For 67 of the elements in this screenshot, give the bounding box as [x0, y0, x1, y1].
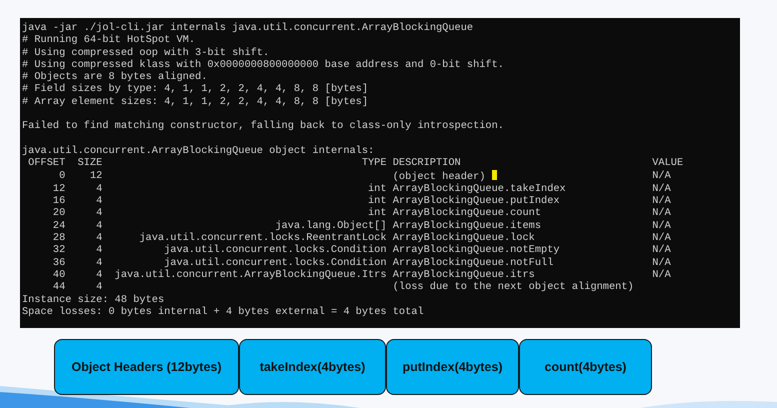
terminal-line: # Field sizes by type: 4, 1, 1, 2, 2, 4, 4, 8, 8 [bytes]: [22, 83, 368, 96]
table-cell: N/A: [652, 195, 671, 208]
table-cell-text: 4: [95, 232, 102, 244]
terminal-line: java -jar ./jol-cli.jar internals java.util.concurrent.ArrayBlockingQueue: [22, 22, 474, 34]
table-cell: N/A: [652, 244, 671, 257]
table-cell: (loss due to the next object alignment): [392, 281, 634, 294]
memory-block: count(4bytes): [519, 339, 652, 395]
table-cell: N/A: [652, 220, 671, 232]
table-cell: ArrayBlockingQueue.putIndex: [392, 195, 560, 208]
table-cell-text: 4: [95, 244, 102, 257]
terminal-line: # Running 64-bit HotSpot VM.: [22, 34, 196, 47]
table-cell-text: 32: [52, 244, 66, 257]
table-cell: ArrayBlockingQueue.itrs: [392, 268, 535, 281]
terminal-line: # Objects are 8 bytes aligned.: [22, 71, 208, 84]
table-cell-text: java.util.concurrent.locks.Condition: [163, 256, 387, 269]
table-cell-text: 4: [95, 207, 102, 220]
table-cell-text: 4: [95, 281, 102, 294]
table-cell: ArrayBlockingQueue.notFull: [392, 256, 554, 269]
table-header: SIZE: [76, 157, 102, 170]
table-cell-text: 20: [52, 207, 66, 220]
table-header: DESCRIPTION: [392, 157, 462, 170]
table-cell: N/A: [652, 268, 671, 282]
table-cell-text: 40: [52, 268, 66, 282]
table-cell-text: 4: [95, 195, 102, 208]
terminal-line: Failed to find matching constructor, falling back to class-only introspection.: [22, 120, 504, 133]
table-cell-text: 28: [52, 232, 66, 244]
table-cell-text: int: [367, 182, 387, 196]
table-cell: ArrayBlockingQueue.lock: [392, 232, 535, 244]
table-cell-text: java.util.concurrent.locks.ReentrantLock: [138, 232, 387, 244]
table-cell: ArrayBlockingQueue.notEmpty: [392, 244, 560, 256]
table-header: VALUE: [652, 157, 684, 170]
table-cell: N/A: [652, 232, 671, 244]
terminal-line: java.util.concurrent.ArrayBlockingQueue object internals:: [22, 144, 374, 158]
terminal-line: Space losses: 0 bytes internal + 4 bytes external = 4 bytes total: [22, 306, 424, 318]
memory-block: takeIndex(4bytes): [239, 339, 386, 395]
table-cell: (object header): [392, 170, 486, 183]
table-cell-text: 16: [52, 195, 66, 208]
table-cell-text: 4: [95, 220, 102, 232]
table-cell-text: int: [367, 195, 387, 208]
table-cell-text: 0: [58, 170, 66, 183]
table-cell-text: java.util.concurrent.ArrayBlockingQueue.Itrs: [114, 268, 387, 282]
table-cell-text: java.util.concurrent.locks.Condition: [163, 244, 387, 257]
table-cell-text: 24: [52, 220, 66, 232]
table-cell-text: 44: [52, 281, 66, 294]
table-cell: N/A: [652, 256, 671, 269]
table-cell-text: int: [367, 207, 387, 220]
table-cell-text: 12: [52, 182, 66, 196]
table-cell: ArrayBlockingQueue.count: [392, 207, 542, 220]
table-cell: ArrayBlockingQueue.items: [392, 220, 542, 232]
terminal-line: # Using compressed klass with 0x0000000800000000 base address and 0-bit shift.: [22, 58, 504, 72]
table-cell-text: 12: [88, 170, 102, 183]
table-cell: N/A: [652, 182, 671, 196]
table-cell-text: java.lang.Object[]: [274, 220, 387, 232]
table-cell-text: 4: [95, 268, 102, 282]
table-header: OFFSET: [27, 157, 66, 170]
table-cell-text: 4: [95, 182, 102, 196]
table-cell: N/A: [652, 170, 671, 183]
terminal-line: # Array element sizes: 4, 1, 1, 2, 2, 4, 4, 8, 8 [bytes]: [22, 96, 368, 108]
table-header: TYPE: [360, 157, 387, 170]
terminal-line: Instance size: 48 bytes: [22, 294, 164, 306]
table-cell: N/A: [652, 207, 671, 220]
table-cell-text: 36: [52, 256, 66, 269]
terminal-line: # Using compressed oop with 3-bit shift.: [22, 46, 270, 59]
table-cell: ArrayBlockingQueue.takeIndex: [392, 182, 566, 195]
memory-block: Object Headers (12bytes): [54, 339, 239, 395]
table-cell-text: 4: [95, 256, 102, 269]
memory-block: putIndex(4bytes): [386, 339, 519, 395]
